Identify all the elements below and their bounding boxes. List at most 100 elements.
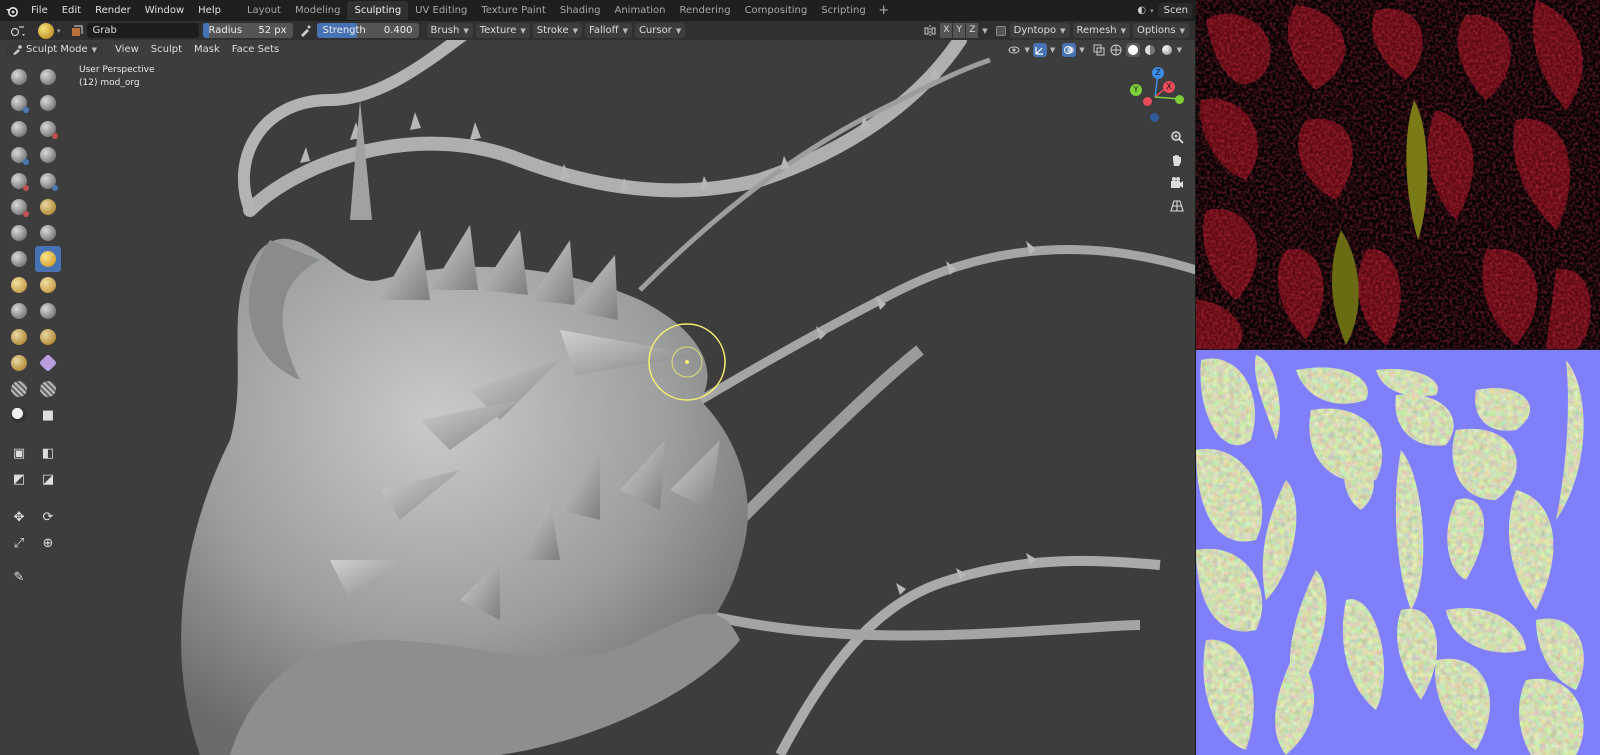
thumb-brush-icon[interactable]	[6, 298, 32, 324]
menu-render[interactable]: Render	[88, 0, 138, 21]
cloth-brush-icon[interactable]	[6, 376, 32, 402]
menu-file[interactable]: File	[24, 0, 55, 21]
gizmo-x-axis[interactable]: X	[1163, 81, 1175, 93]
sculpt-mode-selector[interactable]: Sculpt Mode ▼	[6, 42, 104, 57]
elastic-deform-brush-icon[interactable]	[6, 272, 32, 298]
tab-sculpting[interactable]: Sculpting	[347, 1, 409, 20]
radius-field[interactable]: Radius 52 px	[202, 23, 293, 38]
tab-compositing[interactable]: Compositing	[738, 1, 815, 20]
symmetry-icon[interactable]	[920, 23, 940, 38]
gizmo-y-axis[interactable]: Y	[1130, 84, 1142, 96]
pinch-brush-icon[interactable]	[6, 246, 32, 272]
overlays-toggle-icon[interactable]	[1062, 42, 1077, 57]
cursor-menu[interactable]: Cursor ▼	[634, 23, 686, 38]
menu-view[interactable]: View	[109, 44, 145, 55]
menu-window[interactable]: Window	[138, 0, 191, 21]
perspective-toggle-icon[interactable]	[1165, 194, 1189, 218]
slide-relax-brush-icon[interactable]	[6, 350, 32, 376]
layer-brush-icon[interactable]	[35, 116, 61, 142]
brush-preview-icon[interactable]: ▾	[34, 22, 65, 39]
add-workspace-button[interactable]: +	[877, 4, 891, 18]
3d-viewport[interactable]: User Perspective (12) mod_org Z X Y	[0, 40, 1196, 755]
brush-name-field[interactable]: Grab	[86, 23, 199, 38]
draw-face-sets-icon[interactable]: ■	[35, 402, 61, 428]
clay-brush-icon[interactable]	[6, 90, 32, 116]
tab-scripting[interactable]: Scripting	[814, 1, 872, 20]
stroke-menu[interactable]: Stroke ▼	[532, 23, 583, 38]
fill-brush-icon[interactable]	[35, 194, 61, 220]
tab-modeling[interactable]: Modeling	[288, 1, 348, 20]
move-icon[interactable]: ✥	[6, 504, 32, 530]
scene-icon[interactable]: ◐	[1137, 5, 1146, 16]
material-preview-icon[interactable]	[1143, 43, 1157, 57]
gizmo-z-axis[interactable]: Z	[1152, 67, 1164, 79]
dyntopo-menu[interactable]: Dyntopo ▼	[1009, 23, 1070, 38]
brush-menu[interactable]: Brush ▼	[426, 23, 473, 38]
menu-face-sets[interactable]: Face Sets	[226, 44, 285, 55]
draw-sharp-brush-icon[interactable]	[35, 64, 61, 90]
gizmo-neg-x[interactable]	[1143, 97, 1152, 106]
brush-datablock-icon[interactable]	[67, 23, 87, 38]
pan-hand-icon[interactable]	[1165, 148, 1189, 172]
gizmo-neg-z[interactable]	[1150, 113, 1159, 122]
tab-shading[interactable]: Shading	[553, 1, 608, 20]
chevron-down-icon[interactable]: ▼	[1079, 46, 1084, 54]
solid-shading-icon[interactable]	[1125, 42, 1140, 57]
symmetry-z-toggle[interactable]: Z	[966, 23, 979, 38]
inflate-brush-icon[interactable]	[6, 142, 32, 168]
zoom-icon[interactable]	[1165, 125, 1189, 149]
remesh-menu[interactable]: Remesh ▼	[1072, 23, 1131, 38]
symmetry-x-toggle[interactable]: X	[940, 23, 953, 38]
chevron-down-icon[interactable]: ▼	[1024, 46, 1029, 54]
box-mask-icon[interactable]: ▣	[6, 440, 32, 466]
falloff-menu[interactable]: Falloff ▼	[585, 23, 632, 38]
tab-animation[interactable]: Animation	[608, 1, 673, 20]
dyntopo-checkbox[interactable]	[995, 25, 1006, 36]
menu-mask[interactable]: Mask	[188, 44, 226, 55]
mask-brush-icon[interactable]	[6, 402, 32, 428]
chevron-down-icon[interactable]: ▼	[1177, 46, 1182, 54]
boundary-brush-icon[interactable]	[35, 350, 61, 376]
rendered-shading-icon[interactable]	[1160, 43, 1174, 57]
box-face-set-icon[interactable]: ◩	[6, 466, 32, 492]
menu-edit[interactable]: Edit	[55, 0, 88, 21]
texture-menu[interactable]: Texture ▼	[475, 23, 530, 38]
crease-brush-icon[interactable]	[6, 168, 32, 194]
grab-brush-icon[interactable]	[35, 246, 61, 272]
clay-thumb-brush-icon[interactable]	[6, 116, 32, 142]
transform-icon[interactable]: ⊕	[35, 530, 61, 556]
simplify-brush-icon[interactable]	[35, 376, 61, 402]
lasso-face-set-icon[interactable]: ◪	[35, 466, 61, 492]
snake-hook-brush-icon[interactable]	[35, 272, 61, 298]
menu-help[interactable]: Help	[191, 0, 228, 21]
chevron-down-icon[interactable]: ▼	[982, 27, 987, 35]
blender-logo-icon[interactable]	[0, 0, 24, 21]
nudge-brush-icon[interactable]	[6, 324, 32, 350]
flatten-brush-icon[interactable]	[6, 194, 32, 220]
pose-brush-icon[interactable]	[35, 298, 61, 324]
strength-field[interactable]: Strength 0.400	[316, 23, 419, 38]
symmetry-y-toggle[interactable]: Y	[953, 23, 966, 38]
tab-rendering[interactable]: Rendering	[672, 1, 737, 20]
smooth-brush-icon[interactable]	[35, 168, 61, 194]
clay-strips-brush-icon[interactable]	[35, 90, 61, 116]
menu-sculpt[interactable]: Sculpt	[145, 44, 188, 55]
rotate-icon[interactable]: ⟳	[35, 504, 61, 530]
pressure-radius-icon[interactable]	[295, 23, 315, 38]
tab-texture-paint[interactable]: Texture Paint	[474, 1, 553, 20]
gizmo-neg-y[interactable]	[1175, 95, 1184, 104]
scene-name[interactable]: Scen	[1157, 3, 1192, 18]
scale-icon[interactable]: ⤢	[6, 530, 32, 556]
tab-uv-editing[interactable]: UV Editing	[408, 1, 474, 20]
tab-layout[interactable]: Layout	[240, 1, 288, 20]
navigation-gizmo[interactable]: Z X Y	[1125, 65, 1185, 125]
wireframe-shading-icon[interactable]	[1109, 43, 1123, 57]
annotate-icon[interactable]: ✎	[6, 564, 32, 590]
multiplane-scrape-brush-icon[interactable]	[35, 220, 61, 246]
camera-view-icon[interactable]	[1165, 171, 1189, 195]
blob-brush-icon[interactable]	[35, 142, 61, 168]
scrape-brush-icon[interactable]	[6, 220, 32, 246]
rotate-brush-icon[interactable]	[35, 324, 61, 350]
xray-toggle-icon[interactable]	[1092, 43, 1106, 57]
chevron-down-icon[interactable]: ▼	[1050, 46, 1055, 54]
